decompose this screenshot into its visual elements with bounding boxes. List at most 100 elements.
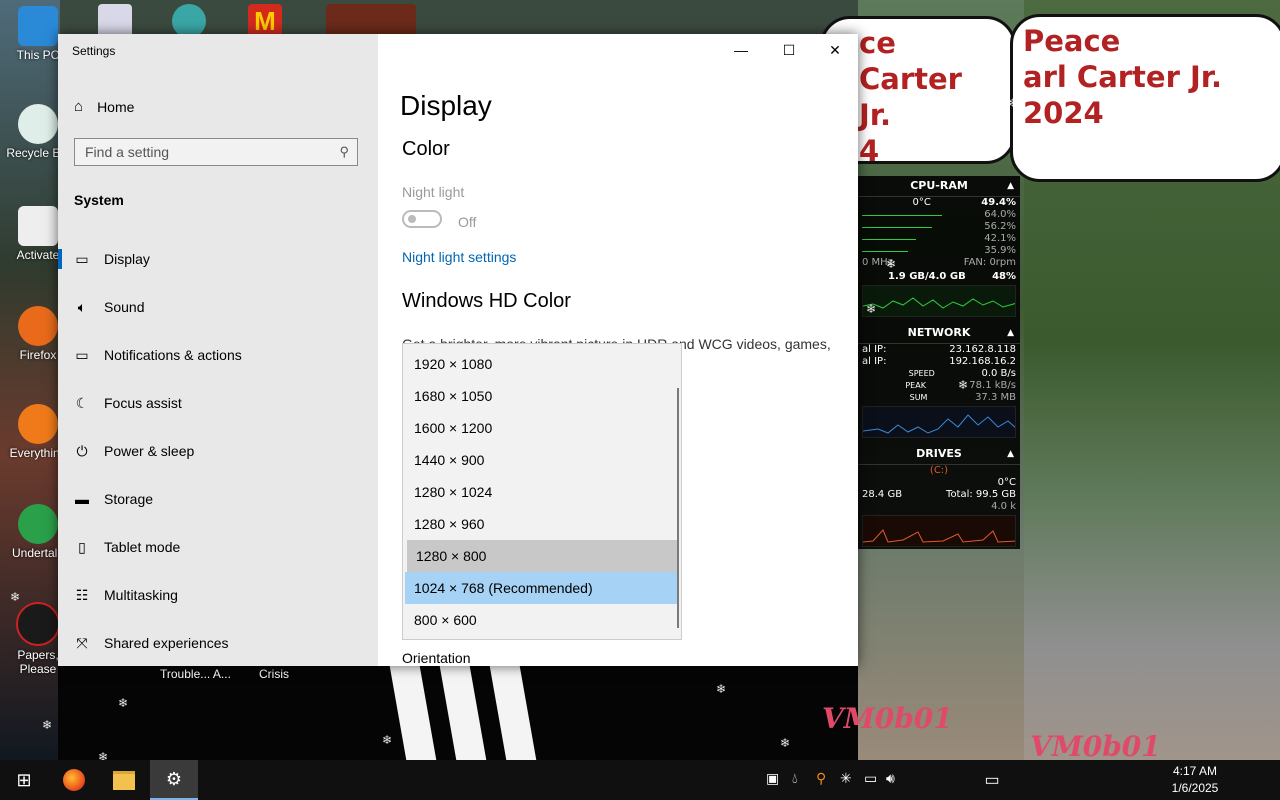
nav-label: Shared experiences <box>104 635 229 651</box>
int-ip-label: al IP: <box>862 356 887 367</box>
settings-sidebar: Settings ⌂ Home ⚲ System ▭ Display 🔈︎ So… <box>58 34 378 666</box>
resolution-option[interactable]: 1280 × 1024 <box>403 476 681 508</box>
firefox-icon <box>18 306 58 346</box>
drive-temp: 0°C <box>997 477 1016 488</box>
night-light-toggle[interactable] <box>402 210 442 228</box>
cpu-fan: FAN: 0rpm <box>963 257 1016 268</box>
droplet-icon[interactable]: 💧︎ <box>792 770 798 787</box>
resolution-option[interactable]: 1920 × 1080 <box>403 348 681 380</box>
papers-please-icon <box>16 602 60 646</box>
cpu-core-2: 56.2% <box>984 221 1016 232</box>
undertale-icon <box>18 504 58 544</box>
ram-usage: 1.9 GB/4.0 GB <box>888 271 966 282</box>
resolution-dropdown: 1920 × 1080 1680 × 1050 1600 × 1200 1440… <box>402 343 682 640</box>
hdr-heading: Windows HD Color <box>402 290 571 312</box>
search-box[interactable]: ⚲ <box>74 138 358 166</box>
recycle-bin-icon <box>18 104 58 144</box>
network-icon[interactable]: ▭ <box>864 770 877 787</box>
drive-rate: 4.0 k <box>991 501 1016 512</box>
windows-icon: ⊞ <box>16 769 32 790</box>
drive-letter: (C:) <box>929 465 949 476</box>
settings-nav: ▭ Display 🔈︎ Sound ▭ Notifications & act… <box>58 235 378 666</box>
resolution-option[interactable]: 1600 × 1200 <box>403 412 681 444</box>
nav-home[interactable]: ⌂ Home <box>74 98 134 115</box>
resolution-option[interactable]: 1680 × 1050 <box>403 380 681 412</box>
dropdown-scrollbar[interactable] <box>677 388 679 628</box>
ext-ip-value: 23.162.8.118 <box>949 344 1016 355</box>
app-tray-icon[interactable]: ▣ <box>766 770 779 787</box>
snowflake-icon[interactable]: ✳ <box>840 770 852 787</box>
notification-icon: ▭ <box>75 346 89 363</box>
taskbar: ⊞ ⚙ ▣ 💧︎ ⚲ ✳ ▭ 🔊︎ 4:17 AM 1/6/2025 ▭ <box>0 760 1280 800</box>
taskbar-firefox[interactable] <box>50 760 98 800</box>
nav-item-sound[interactable]: 🔈︎ Sound <box>58 283 378 331</box>
desktop-icon-label[interactable]: Crisis <box>259 667 289 681</box>
resolution-option-hovered[interactable]: 1280 × 800 <box>407 540 677 572</box>
clock-date: 1/6/2025 <box>1171 781 1219 795</box>
nav-item-tablet-mode[interactable]: ▯ Tablet mode <box>58 523 378 571</box>
nav-item-shared-experiences[interactable]: ⤧ Shared experiences <box>58 619 378 666</box>
document-icon <box>18 206 58 246</box>
search-input[interactable] <box>75 139 335 165</box>
storage-icon: ▬ <box>75 491 89 507</box>
ram-percent: 48% <box>992 271 1016 282</box>
resolution-option-selected[interactable]: 1024 × 768 (Recommended) <box>405 572 677 604</box>
nav-item-multitasking[interactable]: ☷ Multitasking <box>58 571 378 619</box>
nav-item-power-sleep[interactable]: ⏻ Power & sleep <box>58 427 378 475</box>
desktop-app-icon[interactable] <box>98 4 132 38</box>
cpu-core-3: 42.1% <box>984 233 1016 244</box>
desktop-app-icon[interactable]: M <box>248 4 282 38</box>
nav-item-display[interactable]: ▭ Display <box>58 235 378 283</box>
wallpaper-speech-bubble-right: Peace arl Carter Jr. 2024 <box>1010 14 1280 182</box>
maximize-button[interactable]: ☐ <box>766 34 812 66</box>
nav-label: Storage <box>104 491 154 507</box>
drive-total: Total: 99.5 GB <box>946 489 1016 500</box>
collapse-icon[interactable]: ▲ <box>1007 444 1014 464</box>
nav-item-storage[interactable]: ▬ Storage <box>58 475 378 523</box>
nav-label: Power & sleep <box>104 443 195 459</box>
collapse-icon[interactable]: ▲ <box>1007 176 1014 196</box>
resolution-option[interactable]: 1440 × 900 <box>403 444 681 476</box>
nav-item-focus-assist[interactable]: ☾ Focus assist <box>58 379 378 427</box>
minimize-icon: — <box>734 42 748 58</box>
start-button[interactable]: ⊞ <box>0 760 48 800</box>
taskbar-settings[interactable]: ⚙ <box>150 760 198 800</box>
gadget-header-cpu: CPU-RAM ▲ <box>858 176 1020 197</box>
resolution-option[interactable]: 800 × 600 <box>403 604 681 636</box>
nav-label: Display <box>104 251 150 267</box>
desktop-icon-label[interactable]: Trouble... A... <box>160 667 231 681</box>
folder-icon <box>113 770 135 790</box>
desktop-app-icon[interactable] <box>172 4 206 38</box>
cpu-core-1: 64.0% <box>984 209 1016 220</box>
clock-time: 4:17 AM <box>1172 764 1218 778</box>
night-light-settings-link[interactable]: Night light settings <box>402 249 516 265</box>
nav-item-notifications[interactable]: ▭ Notifications & actions <box>58 331 378 379</box>
share-icon: ⤧ <box>76 634 88 651</box>
close-icon: ✕ <box>829 41 841 58</box>
cpu-graph <box>862 285 1016 317</box>
computer-icon <box>18 6 58 46</box>
desktop-app-icon[interactable] <box>326 4 416 38</box>
close-button[interactable]: ✕ <box>812 34 858 66</box>
home-label: Home <box>97 98 135 115</box>
volume-icon[interactable]: 🔊︎ <box>886 770 895 787</box>
resolution-option[interactable]: 1280 × 960 <box>403 508 681 540</box>
nav-label: Multitasking <box>104 587 178 603</box>
night-light-state: Off <box>458 214 477 230</box>
wallpaper-watermark-right: VM0b01 <box>1030 730 1161 763</box>
clock[interactable]: 4:17 AM 1/6/2025 <box>1160 763 1230 797</box>
minimize-button[interactable]: — <box>718 34 764 66</box>
search-tray-icon[interactable]: ⚲ <box>816 770 826 787</box>
nav-label: Sound <box>104 299 145 315</box>
speaker-icon: 🔈︎ <box>77 298 87 315</box>
nav-label: Notifications & actions <box>104 347 242 363</box>
action-center-button[interactable]: ▭ <box>968 760 1016 800</box>
collapse-icon[interactable]: ▲ <box>1007 323 1014 343</box>
taskbar-file-explorer[interactable] <box>100 760 148 800</box>
drive-graph <box>862 515 1016 547</box>
multitasking-icon: ☷ <box>75 586 89 603</box>
cpu-total: 49.4% <box>981 197 1016 208</box>
cpu-temp: 0°C <box>912 197 931 208</box>
speed-value: 0.0 B/s <box>981 368 1016 379</box>
power-icon: ⏻ <box>76 442 88 459</box>
